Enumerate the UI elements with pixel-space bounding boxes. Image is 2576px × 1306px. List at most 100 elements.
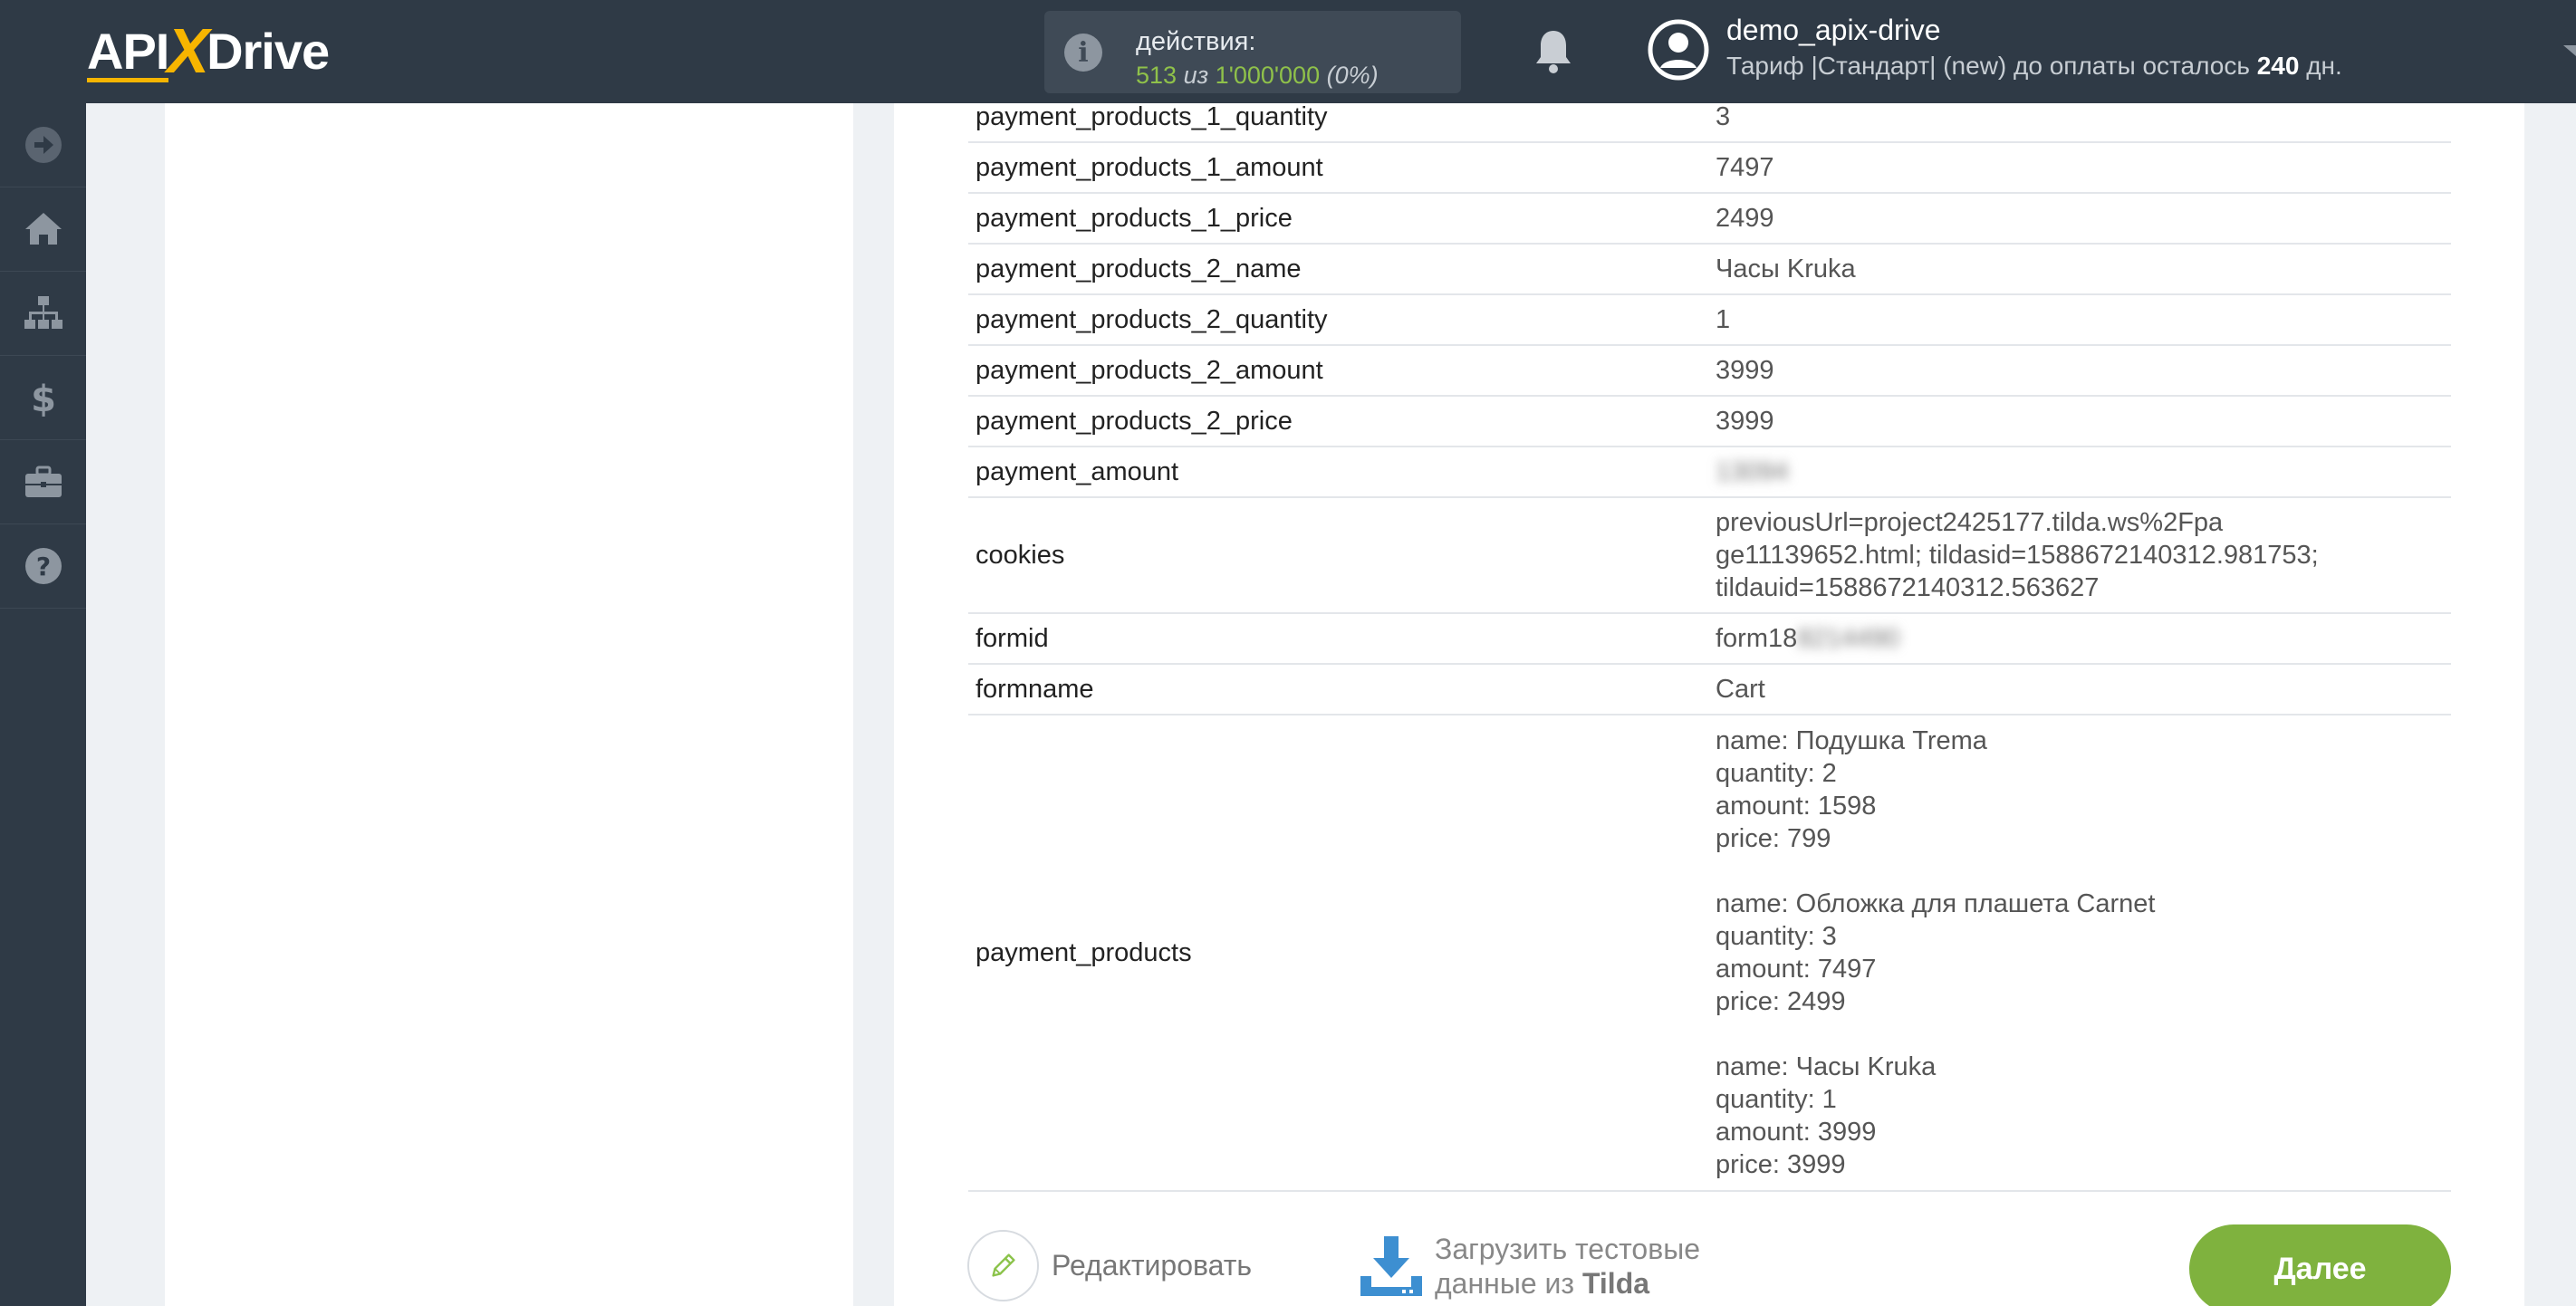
value-line [1716, 1018, 2451, 1051]
field-name: formid [968, 613, 1709, 665]
field-value: name: Подушка Trema quantity: 2 amount: … [1709, 715, 2451, 1192]
svg-text:$: $ [31, 379, 56, 418]
logo-x-text: X [167, 15, 209, 86]
field-name: payment_amount [968, 447, 1709, 498]
sidebar-item-services[interactable] [0, 440, 86, 524]
home-icon [24, 213, 62, 245]
bell-icon[interactable] [1533, 27, 1574, 74]
field-value: 3999 [1709, 396, 2451, 447]
field-name: payment_products [968, 715, 1709, 1192]
value-line: name: Обложка для плашета Carnet [1716, 889, 2156, 918]
value-line: quantity: 3 [1716, 922, 1837, 951]
table-row: payment_products_1_amount 7497 [968, 142, 2451, 194]
field-value: Часы Kruka [1709, 244, 2451, 295]
left-panel [165, 103, 853, 1306]
value-line: name: Часы Kruka [1716, 1052, 1937, 1081]
top-bar: API X Drive i действия: 513 из 1'000'000… [0, 0, 2576, 103]
table-row: payment_products_2_name Часы Kruka [968, 244, 2451, 295]
value-line: quantity: 1 [1716, 1085, 1837, 1114]
load-label-source: Tilda [1581, 1267, 1650, 1300]
field-value: 3 [1709, 91, 2451, 143]
table-row: formname Cart [968, 664, 2451, 715]
table-row: payment_products_2_quantity 1 [968, 294, 2451, 346]
field-value: 7497 [1709, 142, 2451, 194]
table-row: formid form188214490 [968, 613, 2451, 665]
svg-text:?: ? [35, 552, 50, 581]
actions-count: 513 из 1'000'000 (0%) [1136, 62, 1379, 90]
briefcase-icon [24, 466, 62, 497]
value-line: tildauid=1588672140312.563627 [1716, 573, 2100, 602]
field-name: payment_products_1_quantity [968, 91, 1709, 143]
actions-counter: i действия: 513 из 1'000'000 (0%) [1044, 11, 1461, 93]
blurred-amount: 13094 [1716, 457, 1789, 486]
pencil-icon [967, 1229, 1039, 1301]
logo-drive-text: Drive [207, 22, 330, 80]
table-row: payment_products name: Подушка Trema qua… [968, 715, 2451, 1192]
dollar-icon: $ [31, 379, 56, 418]
value-line: price: 2499 [1716, 987, 1846, 1016]
value-line: amount: 3999 [1716, 1118, 1877, 1147]
edit-button[interactable]: Редактировать [967, 1229, 1252, 1301]
field-name: payment_products_1_amount [968, 142, 1709, 194]
sidebar-item-connections[interactable] [0, 272, 86, 356]
tariff-days: 240 [2256, 52, 2300, 80]
load-test-data-button[interactable]: Загрузить тестовые данные из Tilda [1359, 1232, 1700, 1301]
field-name: formname [968, 664, 1709, 715]
chevron-down-icon[interactable] [2563, 45, 2576, 56]
table-row: payment_products_1_quantity 3 [968, 91, 2451, 143]
field-value: 2499 [1709, 193, 2451, 245]
value-line: name: Подушка Trema [1716, 726, 1987, 755]
load-label-line2: данные из Tilda [1435, 1266, 1700, 1301]
sitemap-icon [24, 296, 62, 329]
download-icon [1360, 1236, 1422, 1296]
field-value-blurred: 13094 [1709, 447, 2451, 498]
sidebar-item-home[interactable] [0, 187, 86, 272]
table-row: cookies previousUrl=project2425177.tilda… [968, 497, 2451, 614]
apixdrive-logo[interactable]: API X Drive [87, 15, 330, 86]
actions-of: из [1183, 62, 1209, 89]
table-row: payment_products_2_price 3999 [968, 396, 2451, 447]
field-value: previousUrl=project2425177.tilda.ws%2Fpa… [1709, 497, 2451, 614]
actions-limit: 1'000'000 [1215, 62, 1321, 89]
value-line: amount: 1598 [1716, 792, 1877, 821]
load-test-data-label: Загрузить тестовые данные из Tilda [1435, 1232, 1700, 1301]
tariff-suffix: дн. [2306, 52, 2342, 80]
value-line: price: 799 [1716, 824, 1831, 853]
table-row: payment_products_2_amount 3999 [968, 345, 2451, 397]
actions-label: действия: [1136, 27, 1256, 56]
field-name: cookies [968, 497, 1709, 614]
formid-blurred: 8214490 [1797, 624, 1900, 653]
load-label-line1: Загрузить тестовые [1435, 1233, 1700, 1265]
sidebar-item-expand[interactable] [0, 103, 86, 187]
field-name: payment_products_2_name [968, 244, 1709, 295]
table-row: payment_products_1_price 2499 [968, 193, 2451, 245]
sidebar-item-billing[interactable]: $ [0, 356, 86, 440]
user-avatar-icon[interactable] [1648, 19, 1709, 81]
field-value: form188214490 [1709, 613, 2451, 665]
actions-used: 513 [1136, 62, 1177, 89]
field-value: Cart [1709, 664, 2451, 715]
tariff-info: Тариф |Стандарт| (new) до оплаты осталос… [1726, 52, 2342, 81]
actions-percent: (0%) [1326, 62, 1379, 89]
sidebar: $ ? [0, 103, 86, 1306]
field-name: payment_products_2_price [968, 396, 1709, 447]
logo-api-text: API [87, 22, 169, 82]
edit-label: Редактировать [1052, 1248, 1253, 1282]
value-line: ge11139652.html; tildasid=1588672140312.… [1716, 541, 2319, 570]
test-data-table: payment_products_1_quantity 3 payment_pr… [968, 91, 2451, 1192]
username[interactable]: demo_apix-drive [1726, 14, 1941, 47]
field-value: 3999 [1709, 345, 2451, 397]
value-line [1716, 855, 2451, 888]
field-name: payment_products_2_amount [968, 345, 1709, 397]
sidebar-item-help[interactable]: ? [0, 524, 86, 609]
help-icon: ? [24, 548, 62, 584]
value-line: amount: 7497 [1716, 955, 1877, 984]
value-line: price: 3999 [1716, 1150, 1846, 1179]
field-value: 1 [1709, 294, 2451, 346]
load-label-prefix: данные из [1435, 1267, 1575, 1300]
value-line: previousUrl=project2425177.tilda.ws%2Fpa [1716, 508, 2224, 537]
next-button[interactable]: Далее [2189, 1224, 2451, 1306]
value-line: quantity: 2 [1716, 759, 1837, 788]
field-name: payment_products_1_price [968, 193, 1709, 245]
formid-visible: form18 [1716, 624, 1798, 653]
